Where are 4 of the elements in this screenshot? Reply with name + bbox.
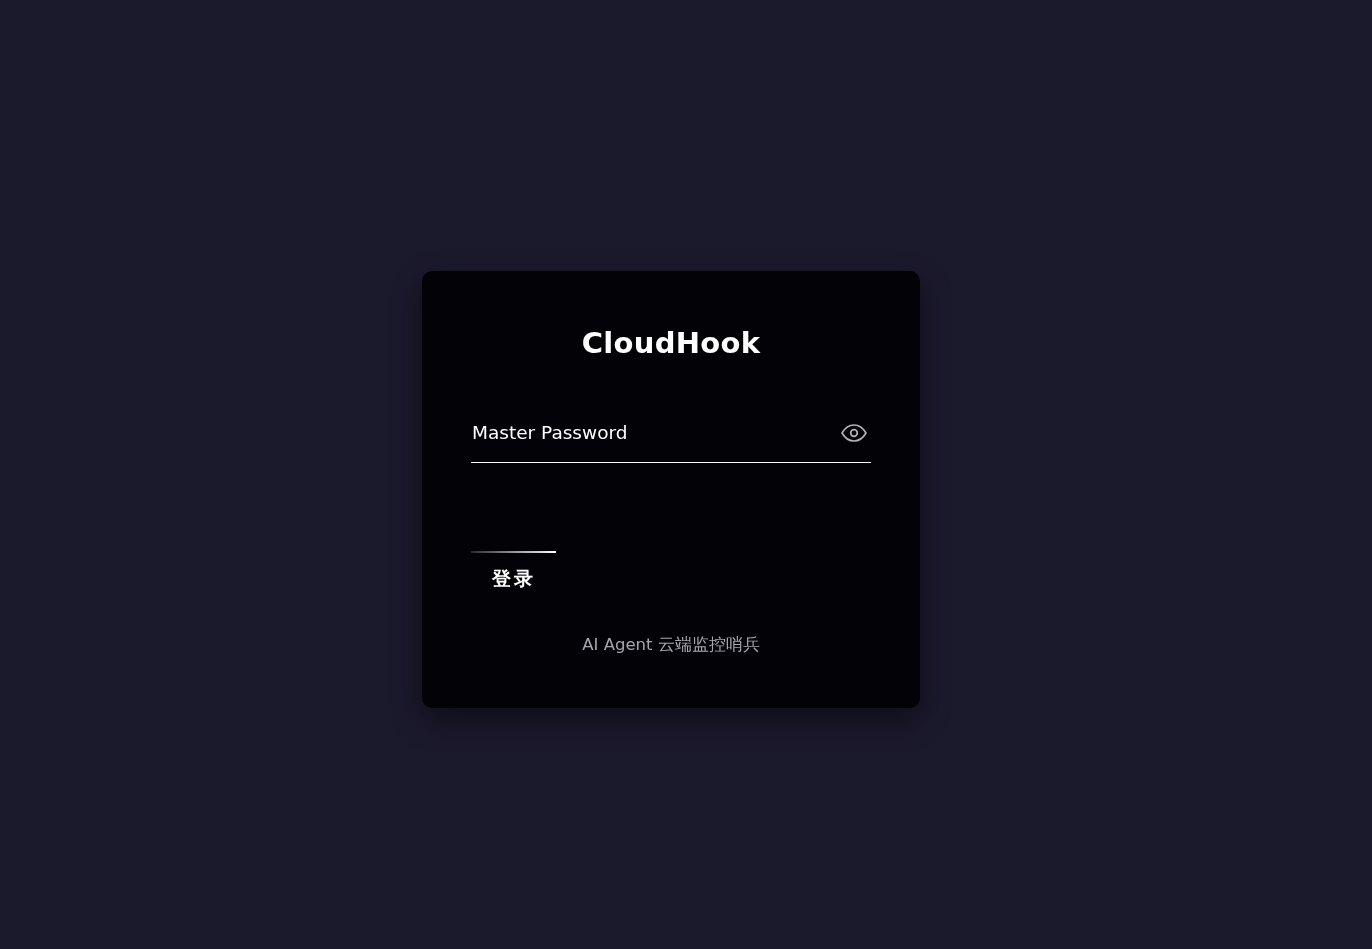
password-field[interactable]: Master Password bbox=[471, 411, 871, 463]
app-title: CloudHook bbox=[581, 324, 761, 362]
eye-icon[interactable] bbox=[841, 423, 867, 442]
tagline: AI Agent 云端监控哨兵 bbox=[582, 633, 760, 656]
